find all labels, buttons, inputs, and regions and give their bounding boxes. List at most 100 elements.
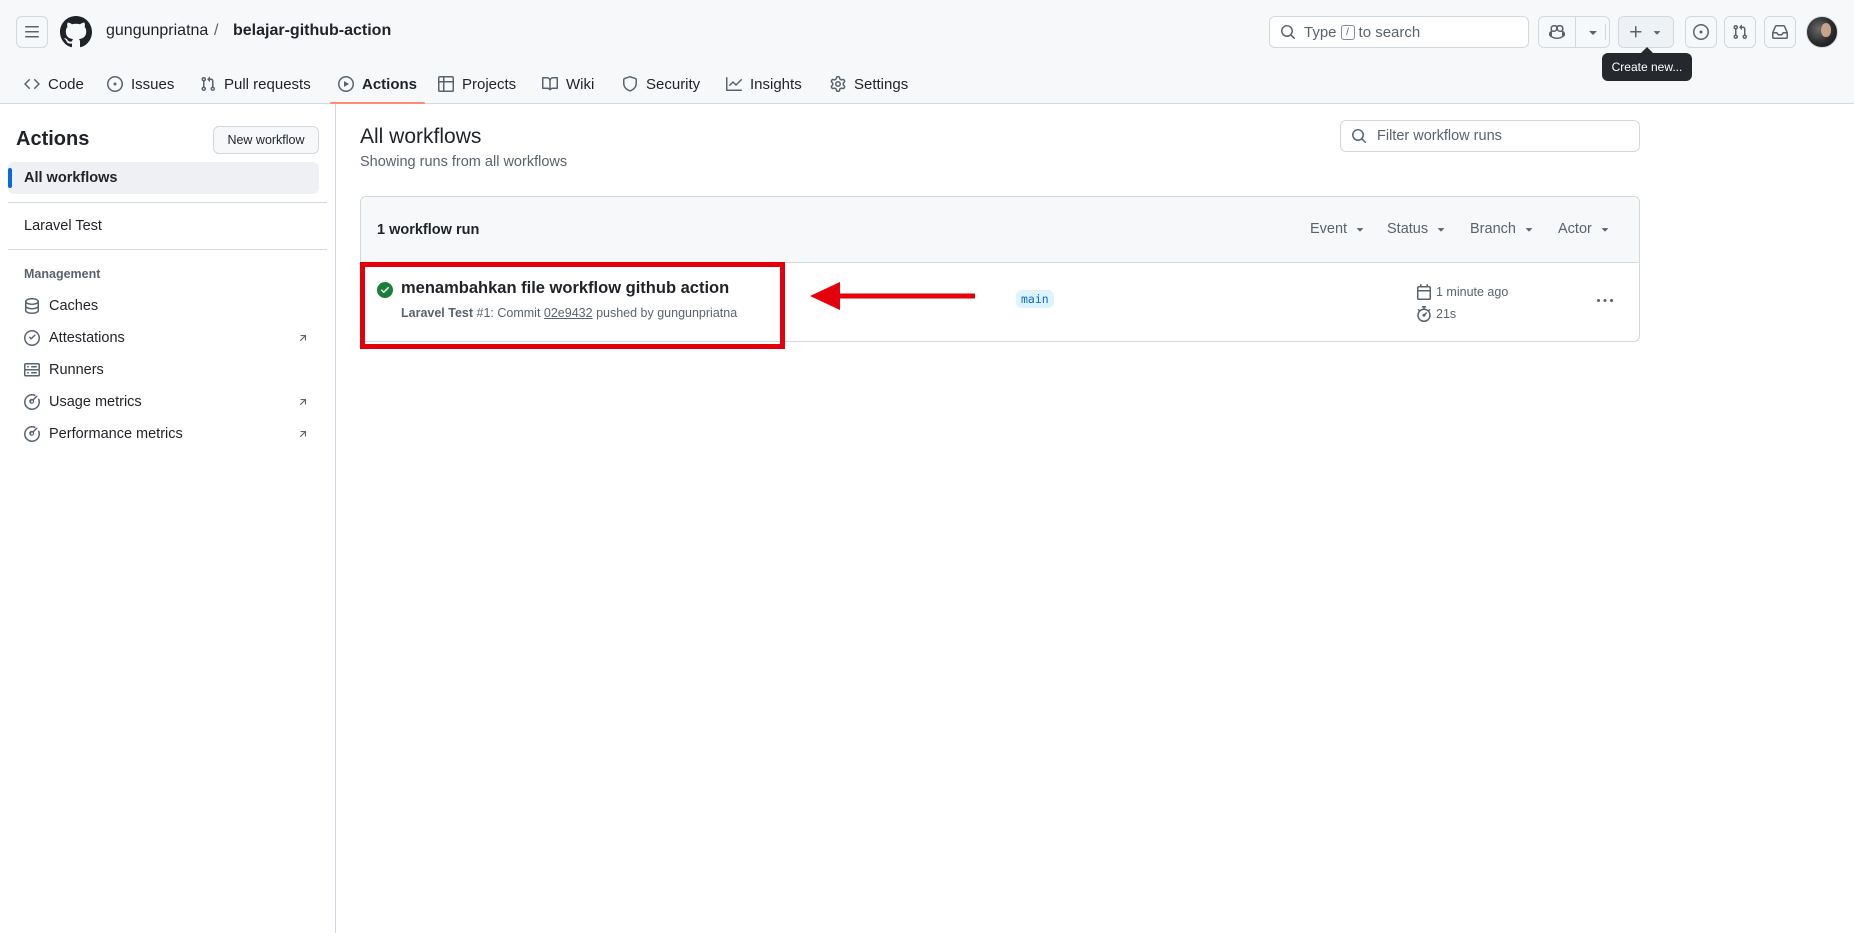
branch-filter-dropdown[interactable]: Branch	[1470, 221, 1536, 237]
tab-label: Code	[48, 75, 84, 93]
global-search-input[interactable]: Type / to search	[1269, 16, 1529, 48]
sidebar-item-all-workflows[interactable]: All workflows	[8, 162, 319, 194]
kebab-horizontal-icon[interactable]	[1597, 293, 1613, 309]
tab-label: Wiki	[566, 75, 595, 93]
workflow-runs-list: 1 workflow run Event Status Branch Actor…	[360, 196, 1640, 342]
actor-filter-dropdown[interactable]: Actor	[1558, 221, 1612, 237]
sidebar-item-caches[interactable]: Caches	[8, 290, 319, 322]
page-title: All workflows	[360, 125, 482, 148]
github-logo-icon[interactable]	[60, 16, 92, 48]
sidebar-title: Actions	[16, 128, 90, 150]
search-suffix-text: to search	[1358, 23, 1421, 41]
commit-sha-link[interactable]: 02e9432	[544, 306, 593, 320]
tab-settings[interactable]: Settings	[830, 64, 908, 104]
meter-icon	[24, 394, 40, 410]
tab-issues[interactable]: Issues	[107, 64, 174, 104]
plus-icon	[1630, 26, 1642, 38]
tab-label: Insights	[750, 75, 802, 93]
sidebar-item-label: Performance metrics	[49, 426, 183, 442]
tab-wiki[interactable]: Wiki	[542, 64, 594, 104]
filter-label: Branch	[1470, 221, 1516, 237]
menu-button[interactable]	[16, 16, 48, 48]
play-icon	[338, 76, 354, 92]
meter-icon	[24, 426, 40, 442]
triangle-down-icon	[1356, 228, 1364, 232]
arrow-up-right-icon	[299, 431, 307, 438]
triangle-down-icon	[1525, 228, 1533, 232]
sidebar-item-label: Attestations	[49, 330, 125, 346]
run-pushed-by: pushed by gungunpriatna	[596, 306, 738, 320]
tab-code[interactable]: Code	[24, 64, 84, 104]
copilot-button[interactable]	[1539, 17, 1575, 47]
tab-label: Actions	[362, 75, 418, 93]
run-duration: 21s	[1416, 306, 1456, 322]
calendar-icon	[1417, 284, 1431, 300]
your-issues-button[interactable]	[1685, 16, 1717, 48]
sidebar-item-runners[interactable]: Runners	[8, 354, 319, 386]
sidebar-item-laravel-test[interactable]: Laravel Test	[8, 210, 319, 242]
sidebar-item-performance-metrics[interactable]: Performance metrics	[8, 418, 319, 450]
your-pull-requests-button[interactable]	[1724, 16, 1756, 48]
table-icon	[438, 76, 454, 92]
run-number: #1	[476, 306, 491, 320]
tab-label: Settings	[854, 75, 909, 93]
shield-icon	[623, 76, 637, 92]
tab-label: Pull requests	[224, 75, 311, 93]
gear-icon	[830, 76, 846, 92]
filter-workflow-runs-input[interactable]: Filter workflow runs	[1340, 120, 1640, 152]
git-pull-request-icon	[1733, 24, 1748, 40]
search-prefix-text: Type	[1304, 23, 1337, 41]
run-duration-value: 21s	[1436, 307, 1457, 321]
code-icon	[24, 78, 40, 90]
triangle-down-icon	[1653, 31, 1661, 35]
repo-nav: Code Issues Pull requests Actions Projec…	[0, 64, 1854, 104]
breadcrumb-separator: /	[214, 22, 219, 39]
branch-badge[interactable]: main	[1016, 290, 1054, 308]
breadcrumb-repo[interactable]: belajar-github-action	[233, 22, 391, 40]
tab-label: Issues	[131, 75, 175, 93]
run-count: 1 workflow run	[377, 222, 480, 238]
tab-actions[interactable]: Actions	[329, 64, 426, 104]
breadcrumb-owner[interactable]: gungunpriatna	[106, 22, 208, 40]
event-filter-dropdown[interactable]: Event	[1310, 221, 1367, 237]
database-icon	[25, 298, 39, 314]
create-new-button[interactable]	[1618, 16, 1674, 48]
inbox-icon	[1772, 25, 1788, 39]
status-filter-dropdown[interactable]: Status	[1387, 221, 1448, 237]
tab-projects[interactable]: Projects	[438, 64, 516, 104]
sidebar-item-attestations[interactable]: Attestations	[8, 322, 319, 354]
user-avatar[interactable]	[1806, 16, 1838, 48]
tab-security[interactable]: Security	[622, 64, 700, 104]
header-top-row: gungunpriatna / belajar-github-action Ty…	[0, 0, 1854, 64]
graph-icon	[726, 77, 742, 91]
sidebar-item-usage-metrics[interactable]: Usage metrics	[8, 386, 319, 418]
filter-label: Actor	[1558, 221, 1592, 237]
workflow-run-row[interactable]: menambahkan file workflow github action …	[361, 263, 1639, 341]
sidebar-item-label: Laravel Test	[24, 218, 102, 234]
sidebar-item-label: Caches	[49, 298, 99, 314]
issue-opened-icon	[107, 76, 123, 92]
filter-placeholder: Filter workflow runs	[1377, 128, 1502, 144]
tab-label: Security	[646, 75, 701, 93]
run-title-link[interactable]: menambahkan file workflow github action	[401, 279, 729, 298]
server-icon	[24, 363, 40, 377]
filter-label: Status	[1387, 221, 1429, 237]
new-workflow-button[interactable]: New workflow	[213, 126, 319, 154]
tab-pull-requests[interactable]: Pull requests	[200, 64, 311, 104]
runs-list-header: 1 workflow run Event Status Branch Actor	[361, 197, 1639, 263]
git-pull-request-icon	[201, 76, 216, 92]
sidebar-item-label: Usage metrics	[49, 394, 142, 410]
notifications-button[interactable]	[1764, 16, 1796, 48]
triangle-down-icon	[1437, 228, 1445, 232]
header-divider	[1605, 24, 1606, 40]
search-shortcut-key: /	[1340, 24, 1355, 40]
sidebar-divider	[8, 249, 327, 250]
tab-insights[interactable]: Insights	[726, 64, 802, 104]
actions-sidebar: Actions New workflow All workflows Larav…	[0, 104, 336, 933]
book-icon	[542, 76, 558, 91]
search-icon	[1352, 129, 1367, 144]
sidebar-item-label: All workflows	[24, 170, 118, 186]
triangle-down-icon	[1589, 31, 1597, 35]
run-time-ago: 1 minute ago	[1436, 285, 1509, 299]
run-meta: Laravel Test #1: Commit 02e9432 pushed b…	[401, 306, 737, 320]
